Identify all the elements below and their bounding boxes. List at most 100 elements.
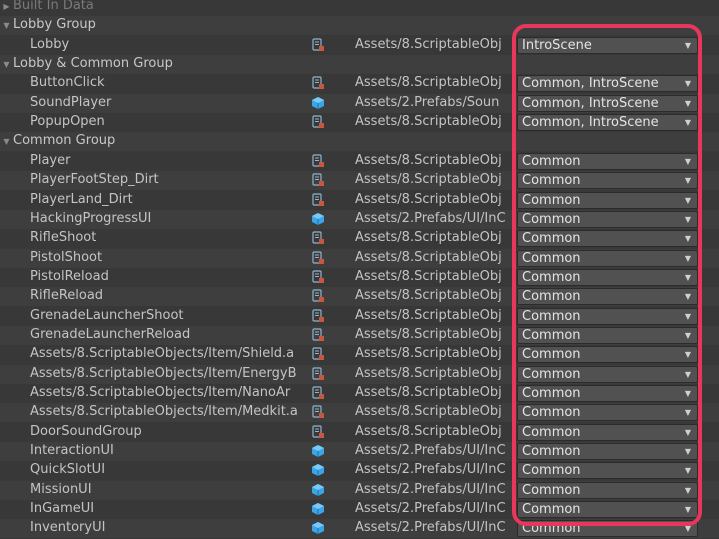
chevron-down-icon: ▼ <box>684 330 692 340</box>
asset-name: PopupOpen <box>30 114 105 130</box>
labels-dropdown[interactable]: Common ▼ <box>517 268 698 286</box>
labels-dropdown[interactable]: Common ▼ <box>517 191 698 209</box>
chevron-down-icon: ▼ <box>684 253 692 263</box>
foldout-expanded-icon[interactable]: ▼ <box>2 132 11 151</box>
asset-path: Assets/8.ScriptableObj <box>355 249 502 265</box>
labels-dropdown[interactable]: Common ▼ <box>517 346 698 364</box>
group-header[interactable]: ▼ Common Group <box>0 132 719 152</box>
asset-entry-row[interactable]: Assets/8.ScriptableObjects/Item/EnergyB A… <box>0 364 719 384</box>
asset-entry-row[interactable]: PlayerFootStep_Dirt Assets/8.ScriptableOb… <box>0 171 719 191</box>
asset-entry-row[interactable]: GrenadeLauncherShoot Assets/8.ScriptableO… <box>0 307 719 326</box>
prefab-icon <box>311 502 325 516</box>
chevron-down-icon: ▼ <box>684 176 692 186</box>
asset-entry-row[interactable]: InteractionUI Assets/2.Prefabs/UI/InC Comm… <box>0 442 719 462</box>
labels-dropdown[interactable]: Common ▼ <box>517 501 698 519</box>
labels-dropdown[interactable]: Common ▼ <box>517 385 698 402</box>
asset-name: InGameUI <box>30 501 95 517</box>
asset-path: Assets/8.ScriptableObj <box>355 114 502 130</box>
labels-dropdown[interactable]: Common ▼ <box>517 481 698 499</box>
asset-entry-row[interactable]: PistolReload Assets/8.ScriptableObj Common… <box>0 268 719 287</box>
asset-entry-row[interactable]: RifleShoot Assets/8.ScriptableObj Common ▼ <box>0 229 719 248</box>
group-header[interactable]: ▶ Built In Data <box>0 0 719 16</box>
labels-dropdown[interactable]: Common ▼ <box>517 288 698 306</box>
labels-dropdown[interactable]: Common, IntroScene ▼ <box>517 75 698 93</box>
asset-name: PistolReload <box>30 268 109 284</box>
asset-path: Assets/8.ScriptableObj <box>355 326 502 342</box>
asset-name: Assets/8.ScriptableObjects/Item/Shield.a <box>30 346 295 362</box>
labels-dropdown[interactable]: Common ▼ <box>517 210 698 228</box>
labels-dropdown[interactable]: Common ▼ <box>517 404 698 422</box>
scriptable-object-icon <box>311 231 325 245</box>
labels-dropdown[interactable]: Common ▼ <box>517 326 698 344</box>
asset-path: Assets/8.ScriptableObj <box>355 423 502 439</box>
asset-path: Assets/2.Prefabs/UI/InC <box>355 520 506 536</box>
asset-entry-row[interactable]: Player Assets/8.ScriptableObj Common ▼ <box>0 152 719 171</box>
labels-dropdown[interactable]: Common ▼ <box>517 172 698 190</box>
asset-entry-row[interactable]: Assets/8.ScriptableObjects/Item/Medkit.a… <box>0 403 719 423</box>
asset-entry-row[interactable]: GrenadeLauncherReload Assets/8.Scriptable… <box>0 325 719 345</box>
foldout-expanded-icon[interactable]: ▼ <box>2 55 11 74</box>
group-header[interactable]: ▼ Lobby & Common Group <box>0 55 719 75</box>
chevron-down-icon: ▼ <box>684 214 692 224</box>
asset-entry-row[interactable]: QuickSlotUI Assets/2.Prefabs/UI/InC Common… <box>0 461 719 480</box>
labels-dropdown[interactable]: Common, IntroScene ▼ <box>517 114 698 132</box>
asset-name: RifleReload <box>30 288 104 304</box>
chevron-down-icon: ▼ <box>684 156 692 166</box>
labels-dropdown[interactable]: Common ▼ <box>517 423 698 441</box>
asset-name: Lobby <box>30 36 70 52</box>
asset-entry-row[interactable]: PopupOpen Assets/8.ScriptableObj Common, I… <box>0 113 719 132</box>
labels-value: Common <box>522 366 581 382</box>
foldout-collapsed-icon[interactable]: ▶ <box>2 0 11 16</box>
asset-name: HackingProgressUI <box>30 210 152 226</box>
labels-value: Common, IntroScene <box>522 76 659 92</box>
asset-entry-row[interactable]: DoorSoundGroup Assets/8.ScriptableObj Comm… <box>0 423 719 442</box>
asset-name: PlayerFootStep_Dirt <box>30 172 159 188</box>
group-label: Lobby & Common Group <box>13 56 173 72</box>
asset-entry-row[interactable]: SoundPlayer Assets/2.Prefabs/Soun Common, … <box>0 93 719 113</box>
labels-value: Common <box>522 269 581 285</box>
labels-value: Common <box>522 289 581 305</box>
asset-entry-row[interactable]: PlayerLand_Dirt Assets/8.ScriptableObj Com… <box>0 191 719 210</box>
asset-path: Assets/8.ScriptableObj <box>355 75 502 91</box>
scriptable-object-icon <box>311 425 325 439</box>
foldout-expanded-icon[interactable]: ▼ <box>2 16 11 35</box>
scriptable-object-icon <box>311 367 325 381</box>
labels-dropdown[interactable]: Common ▼ <box>517 230 698 248</box>
asset-path: Assets/8.ScriptableObj <box>355 230 502 246</box>
labels-dropdown[interactable]: IntroScene ▼ <box>517 36 698 54</box>
asset-name: InventoryUI <box>30 520 106 536</box>
asset-entry-row[interactable]: Lobby Assets/8.ScriptableObj IntroScene ▼ <box>0 36 719 55</box>
asset-entry-row[interactable]: InGameUI Assets/2.Prefabs/UI/InC Common ▼ <box>0 500 719 519</box>
asset-entry-row[interactable]: HackingProgressUI Assets/2.Prefabs/UI/InC… <box>0 209 719 229</box>
asset-entry-row[interactable]: RifleReload Assets/8.ScriptableObj Common ▼ <box>0 287 719 307</box>
chevron-down-icon: ▼ <box>684 292 692 302</box>
asset-path: Assets/8.ScriptableObj <box>355 404 502 420</box>
group-header[interactable]: ▼ Lobby Group <box>0 16 719 36</box>
scriptable-object-icon <box>311 347 325 361</box>
asset-name: Player <box>30 152 71 168</box>
asset-path: Assets/2.Prefabs/Soun <box>355 94 500 110</box>
asset-name: PistolShoot <box>30 249 103 265</box>
asset-entry-row[interactable]: Assets/8.ScriptableObjects/Item/NanoAr As… <box>0 384 719 403</box>
chevron-down-icon: ▼ <box>684 98 692 108</box>
labels-dropdown[interactable]: Common, IntroScene ▼ <box>517 94 698 112</box>
labels-dropdown[interactable]: Common ▼ <box>517 365 698 383</box>
labels-dropdown[interactable]: Common ▼ <box>517 520 698 538</box>
asset-entry-row[interactable]: PistolShoot Assets/8.ScriptableObj Common ▼ <box>0 248 719 268</box>
group-label: Built In Data <box>13 0 94 13</box>
asset-name: QuickSlotUI <box>30 462 106 478</box>
labels-dropdown[interactable]: Common ▼ <box>517 443 698 461</box>
labels-value: Common <box>522 192 581 208</box>
asset-path: Assets/8.ScriptableObj <box>355 307 502 323</box>
chevron-down-icon: ▼ <box>684 350 692 360</box>
asset-entry-row[interactable]: Assets/8.ScriptableObjects/Item/Shield.a… <box>0 345 719 364</box>
asset-path: Assets/2.Prefabs/UI/InC <box>355 443 506 459</box>
labels-dropdown[interactable]: Common ▼ <box>517 462 698 480</box>
labels-dropdown[interactable]: Common ▼ <box>517 249 698 267</box>
asset-entry-row[interactable]: MissionUI Assets/2.Prefabs/UI/InC Common ▼ <box>0 480 719 500</box>
asset-entry-row[interactable]: InventoryUI Assets/2.Prefabs/UI/InC Common… <box>0 519 719 539</box>
labels-dropdown[interactable]: Common ▼ <box>517 307 698 325</box>
asset-entry-row[interactable]: ButtonClick Assets/8.ScriptableObj Common,… <box>0 74 719 93</box>
asset-path: Assets/2.Prefabs/UI/InC <box>355 462 506 478</box>
labels-dropdown[interactable]: Common ▼ <box>517 152 698 170</box>
